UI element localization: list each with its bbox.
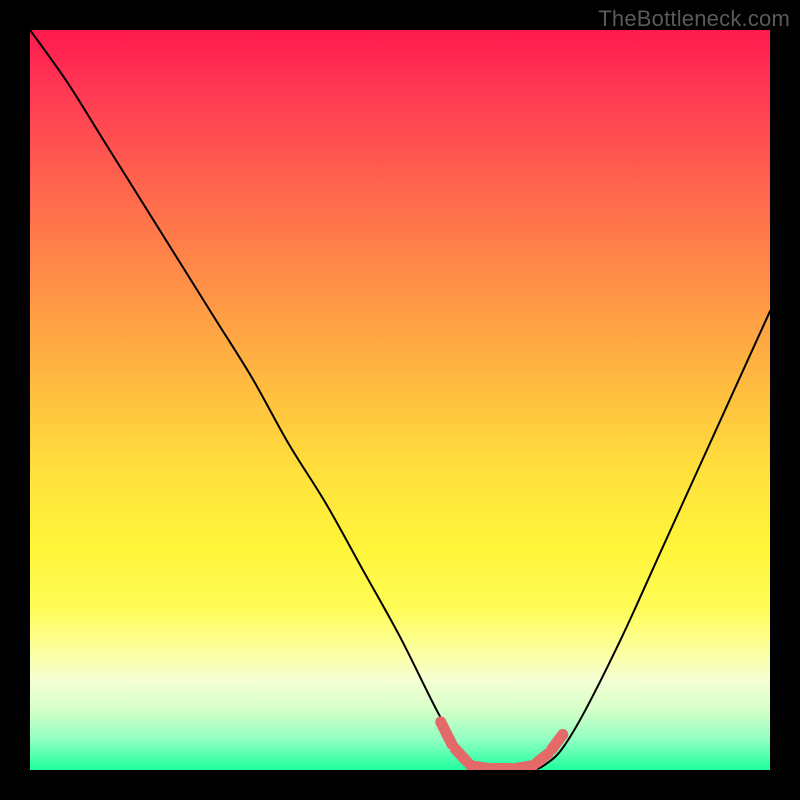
flat-region-dash — [456, 749, 467, 761]
flat-region-dash — [515, 766, 534, 769]
chart-overlay-svg — [30, 30, 770, 770]
bottleneck-curve — [30, 30, 770, 770]
flat-region-dash — [470, 766, 489, 769]
flat-region-marker — [441, 722, 563, 769]
flat-region-dash — [537, 754, 548, 763]
chart-frame: TheBottleneck.com — [0, 0, 800, 800]
flat-region-dash — [441, 722, 452, 744]
watermark-text: TheBottleneck.com — [598, 6, 790, 32]
chart-plot-area — [30, 30, 770, 770]
flat-region-dash — [552, 734, 563, 749]
